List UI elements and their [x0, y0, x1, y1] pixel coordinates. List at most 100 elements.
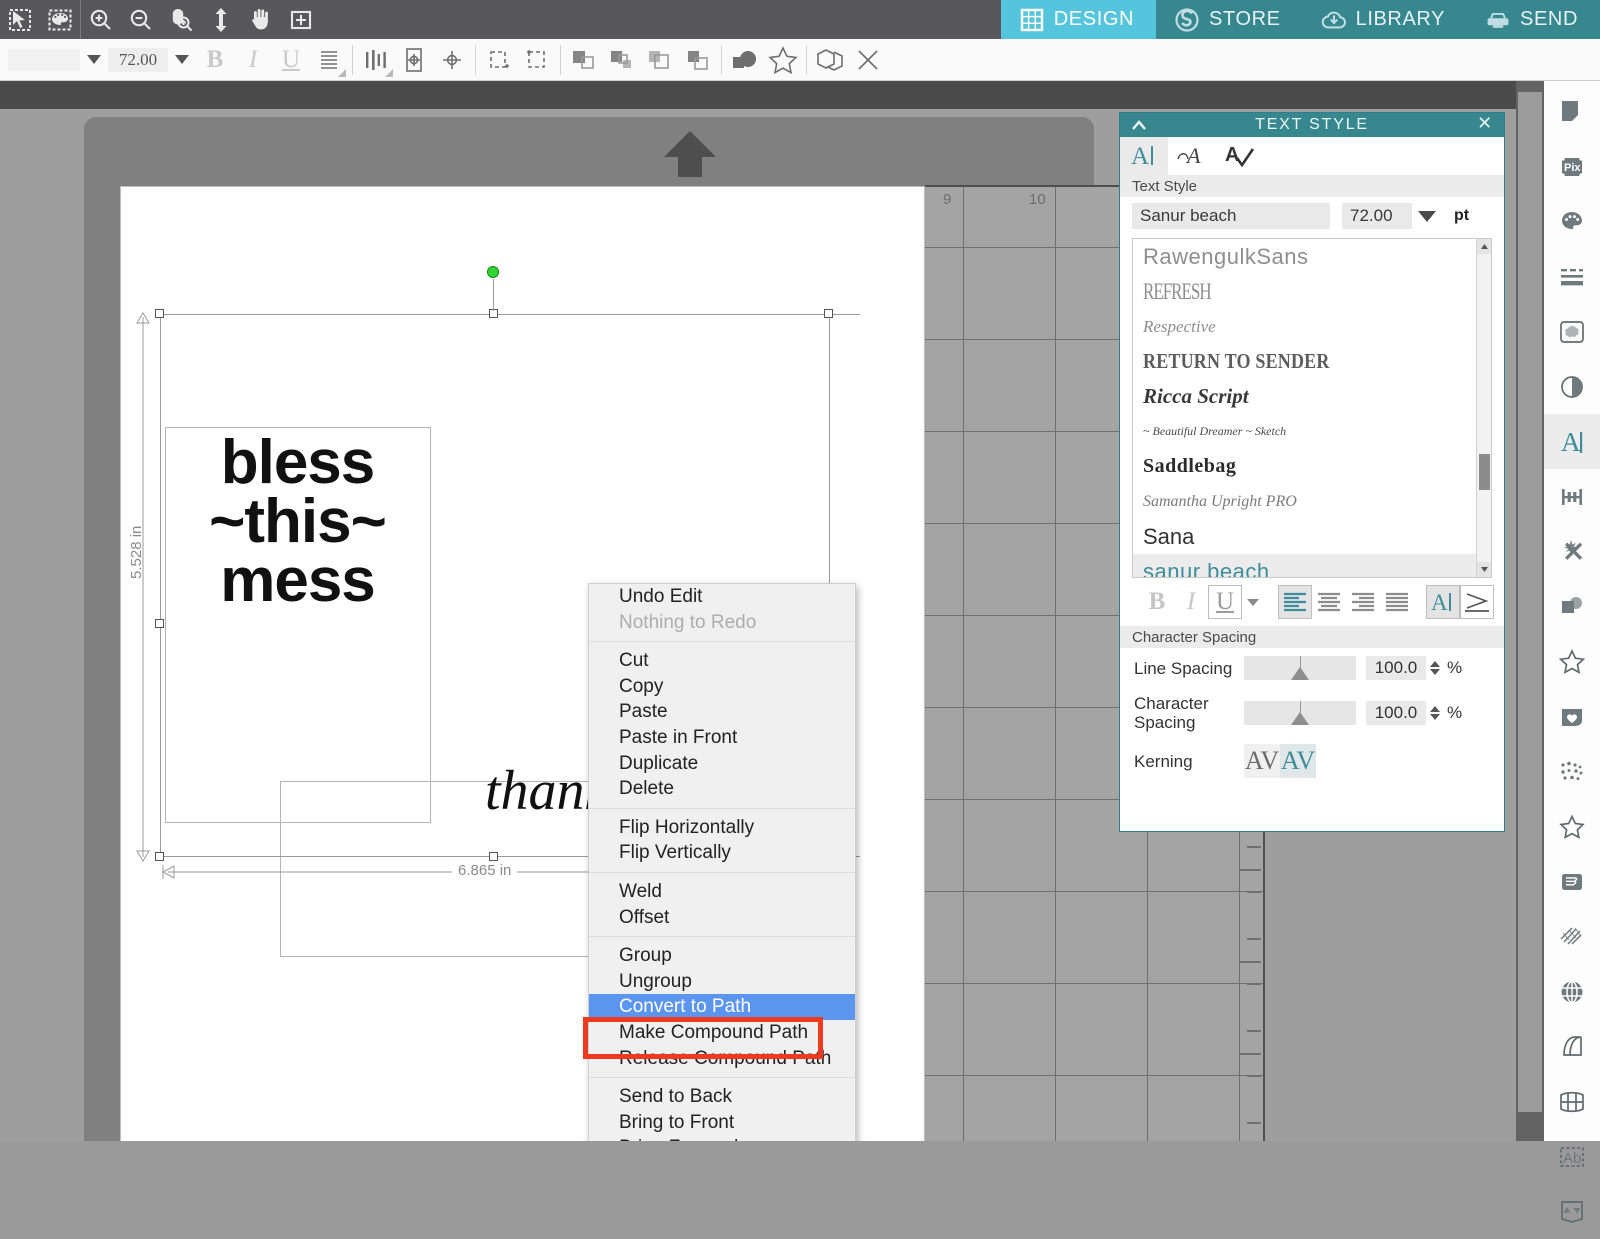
line-spacing-value[interactable]: 100.0	[1366, 656, 1426, 680]
menu-item-copy[interactable]: Copy	[589, 674, 855, 700]
font-name-input[interactable]	[8, 48, 80, 71]
modify-icon[interactable]	[1544, 524, 1600, 579]
chevron-up-icon[interactable]	[1130, 117, 1148, 133]
character-spacing-stepper[interactable]	[1430, 706, 1440, 720]
scrollbar-thumb[interactable]	[1479, 454, 1490, 490]
line-style-icon[interactable]	[1544, 249, 1600, 304]
underline-button[interactable]: U	[272, 43, 310, 77]
menu-item-weld[interactable]: Weld	[589, 879, 855, 905]
scroll-down-button[interactable]	[1477, 562, 1491, 577]
menu-item-paste[interactable]: Paste	[589, 699, 855, 725]
slider-thumb[interactable]	[1291, 712, 1309, 725]
knockout-text-icon[interactable]: Ab	[1544, 1129, 1600, 1184]
underline-dropdown-icon[interactable]	[1242, 585, 1264, 619]
align-center-button[interactable]	[1312, 585, 1346, 619]
cursor-select-icon[interactable]	[0, 0, 40, 39]
text-align-button[interactable]	[310, 43, 348, 77]
text-check-icon[interactable]: A	[1216, 137, 1264, 175]
menu-item-send-to-back[interactable]: Send to Back	[589, 1084, 855, 1110]
font-list-item[interactable]: RETURN TO SENDER	[1133, 341, 1491, 383]
arrange-forward-icon[interactable]	[603, 43, 641, 77]
font-size-dropdown-caret[interactable]	[175, 55, 189, 64]
font-list-item[interactable]: Ricca Script	[1133, 379, 1491, 414]
menu-item-flip-vertically[interactable]: Flip Vertically	[589, 840, 855, 866]
italic-button[interactable]: I	[1174, 585, 1208, 619]
perspective-warp-icon[interactable]	[1544, 1074, 1600, 1129]
sphere-warp-icon[interactable]	[1544, 964, 1600, 1019]
italic-button[interactable]: I	[234, 43, 272, 77]
crop-bounds-icon[interactable]	[518, 43, 556, 77]
font-list-item-selected[interactable]: sanur beach	[1133, 554, 1491, 577]
font-list-scrollbar[interactable]	[1476, 239, 1491, 577]
layers-icon[interactable]	[1544, 854, 1600, 909]
arrange-backward-icon[interactable]	[641, 43, 679, 77]
vertical-text-button[interactable]	[1460, 585, 1494, 619]
menu-item-ungroup[interactable]: Ungroup	[589, 969, 855, 995]
transform-icon[interactable]	[1544, 469, 1600, 524]
text-on-path-icon[interactable]: A	[1168, 137, 1216, 175]
text-style-icon[interactable]: A	[1120, 137, 1168, 175]
selection-handle-ml[interactable]	[155, 619, 164, 628]
font-name-field[interactable]: Sanur beach	[1132, 203, 1330, 229]
line-spacing-stepper[interactable]	[1430, 661, 1440, 675]
weld-icon[interactable]	[726, 43, 764, 77]
character-spacing-value[interactable]: 100.0	[1366, 701, 1426, 725]
horizontal-text-button[interactable]: A	[1426, 585, 1460, 619]
fit-page-icon[interactable]	[201, 0, 241, 39]
workspace-scrollbar-thumb[interactable]	[1518, 92, 1542, 1112]
font-list-item[interactable]: REFRESH	[1133, 268, 1491, 315]
zoom-in-icon[interactable]	[81, 0, 121, 39]
menu-item-group[interactable]: Group	[589, 943, 855, 969]
selection-handle-bl[interactable]	[155, 852, 164, 861]
page-setup-icon[interactable]	[1544, 84, 1600, 139]
zoom-selection-icon[interactable]	[161, 0, 201, 39]
font-size-input[interactable]: 72.00	[108, 47, 168, 72]
menu-item-paste-in-front[interactable]: Paste in Front	[589, 725, 855, 751]
align-center-page-icon[interactable]	[395, 43, 433, 77]
menu-item-convert-to-path[interactable]: Convert to Path	[589, 994, 855, 1020]
align-right-button[interactable]	[1346, 585, 1380, 619]
close-x-icon[interactable]	[849, 43, 887, 77]
opacity-icon[interactable]	[1544, 359, 1600, 414]
rotation-handle[interactable]	[487, 266, 499, 278]
font-list-item[interactable]: Saddlebag	[1133, 449, 1491, 484]
shapes-star-icon[interactable]	[1544, 634, 1600, 689]
font-size-dropdown-icon[interactable]	[1418, 210, 1436, 222]
hatch-fill-icon[interactable]	[1544, 909, 1600, 964]
fit-bounds-icon[interactable]	[480, 43, 518, 77]
trace-icon[interactable]	[1544, 304, 1600, 359]
kerning-on-button[interactable]: AV	[1280, 744, 1316, 778]
menu-item-cut[interactable]: Cut	[589, 648, 855, 674]
font-size-field[interactable]: 72.00	[1342, 203, 1412, 229]
fill-color-icon[interactable]	[1544, 194, 1600, 249]
menu-item-undo-edit[interactable]: Undo Edit	[589, 584, 855, 610]
text-style-icon[interactable]: A	[1544, 414, 1600, 469]
font-list-item[interactable]: Sana	[1133, 519, 1491, 554]
nesting-icon[interactable]	[1544, 1184, 1600, 1239]
offset-icon[interactable]	[1544, 579, 1600, 634]
design-text-bless-this-mess[interactable]: bless ~this~ mess	[165, 432, 430, 679]
star-shape-icon[interactable]	[764, 43, 802, 77]
align-justify-button[interactable]	[1380, 585, 1414, 619]
bold-button[interactable]: B	[1140, 585, 1174, 619]
library-heart-icon[interactable]	[1544, 689, 1600, 744]
bold-button[interactable]: B	[196, 43, 234, 77]
pan-hand-icon[interactable]	[241, 0, 281, 39]
pixscan-icon[interactable]: Pix	[1544, 139, 1600, 194]
character-spacing-slider[interactable]	[1244, 701, 1356, 725]
menu-item-delete[interactable]: Delete	[589, 776, 855, 802]
fit-window-icon[interactable]	[281, 0, 321, 39]
selection-handle-tl[interactable]	[155, 309, 164, 318]
zoom-out-icon[interactable]	[121, 0, 161, 39]
menu-item-duplicate[interactable]: Duplicate	[589, 751, 855, 777]
palette-select-icon[interactable]	[40, 0, 80, 39]
menu-item-make-compound-path[interactable]: Make Compound Path	[589, 1020, 855, 1046]
tab-design[interactable]: DESIGN	[1000, 0, 1157, 39]
text-spacing-icon[interactable]	[357, 43, 395, 77]
font-list[interactable]: RawengulkSans REFRESH Respective RETURN …	[1132, 238, 1492, 578]
tab-send[interactable]: SEND	[1467, 0, 1600, 39]
close-icon[interactable]: ✕	[1477, 113, 1494, 134]
text-style-panel[interactable]: TEXT STYLE ✕ A A A Text Style Sanur beac…	[1119, 112, 1505, 832]
slider-thumb[interactable]	[1291, 667, 1309, 680]
kerning-off-button[interactable]: AV	[1244, 744, 1280, 778]
